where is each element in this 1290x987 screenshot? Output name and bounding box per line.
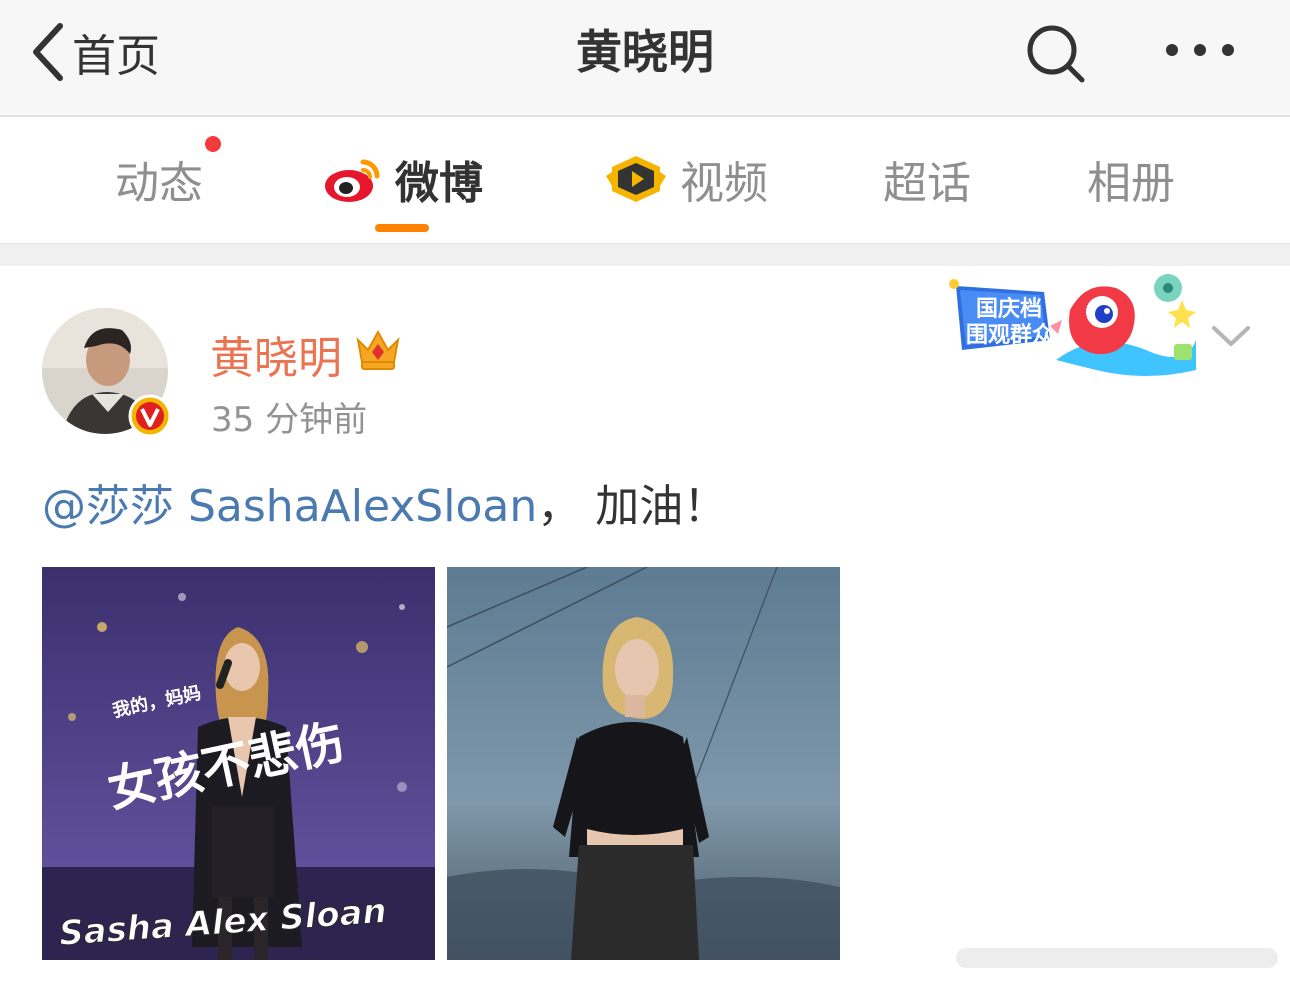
tab-video[interactable]: 视频 xyxy=(604,147,768,211)
post-text: @莎莎 SashaAlexSloan， 加油！ xyxy=(42,470,727,534)
crown-icon xyxy=(356,329,400,370)
campaign-line1: 国庆档 xyxy=(976,296,1042,322)
tab-label: 微博 xyxy=(395,158,483,209)
back-button[interactable]: 首页 xyxy=(30,20,160,84)
more-icon xyxy=(1166,44,1234,56)
back-arrow-icon xyxy=(33,23,63,81)
post-image-1[interactable]: 我的，妈妈 女孩不悲伤 Sasha Alex Sloan xyxy=(42,567,435,960)
tab-label: 视频 xyxy=(680,158,768,209)
section-divider xyxy=(0,243,1290,267)
post-image-2[interactable] xyxy=(447,567,840,960)
video-play-icon xyxy=(606,156,666,202)
profile-tabs: 动态 微博 视频 超话 相册 xyxy=(0,117,1290,243)
tab-weibo[interactable]: 微博 xyxy=(323,147,483,211)
weibo-logo-icon xyxy=(325,159,380,202)
search-button[interactable] xyxy=(1024,22,1088,86)
post-text-rest: ， 加油！ xyxy=(537,481,728,532)
mention-link[interactable]: @莎莎 SashaAlexSloan xyxy=(42,481,537,532)
tab-label: 动态 xyxy=(115,158,203,209)
campaign-line2: 围观群众 xyxy=(966,322,1054,348)
tab-dynamics[interactable]: 动态 xyxy=(115,147,203,211)
tab-label: 超话 xyxy=(883,158,971,209)
active-tab-indicator xyxy=(375,224,429,232)
portrait-photo xyxy=(447,567,840,960)
back-label: 首页 xyxy=(72,31,160,82)
post-timestamp: 35 分钟前 xyxy=(211,400,368,440)
tab-super-topic[interactable]: 超话 xyxy=(883,147,971,211)
author-name[interactable]: 黄晓明 xyxy=(210,322,342,386)
watermark-bar xyxy=(956,948,1278,968)
weibo-post: 黄晓明 35 分钟前 国庆档 围观群众 @莎莎 SashaAlexSloan， … xyxy=(0,266,1290,987)
more-button[interactable] xyxy=(1162,30,1238,70)
concert-photo: 我的，妈妈 女孩不悲伤 Sasha Alex Sloan xyxy=(42,567,435,960)
campaign-badge[interactable]: 国庆档 围观群众 xyxy=(946,270,1204,382)
verified-v-icon xyxy=(128,394,172,438)
top-navbar: 首页 黄晓明 xyxy=(0,0,1290,117)
notification-dot xyxy=(205,136,221,152)
chevron-down-icon[interactable] xyxy=(1208,318,1254,354)
tab-album[interactable]: 相册 xyxy=(1087,147,1175,211)
search-icon xyxy=(1027,25,1085,83)
tab-label: 相册 xyxy=(1087,158,1175,209)
page-title: 黄晓明 xyxy=(576,25,714,79)
